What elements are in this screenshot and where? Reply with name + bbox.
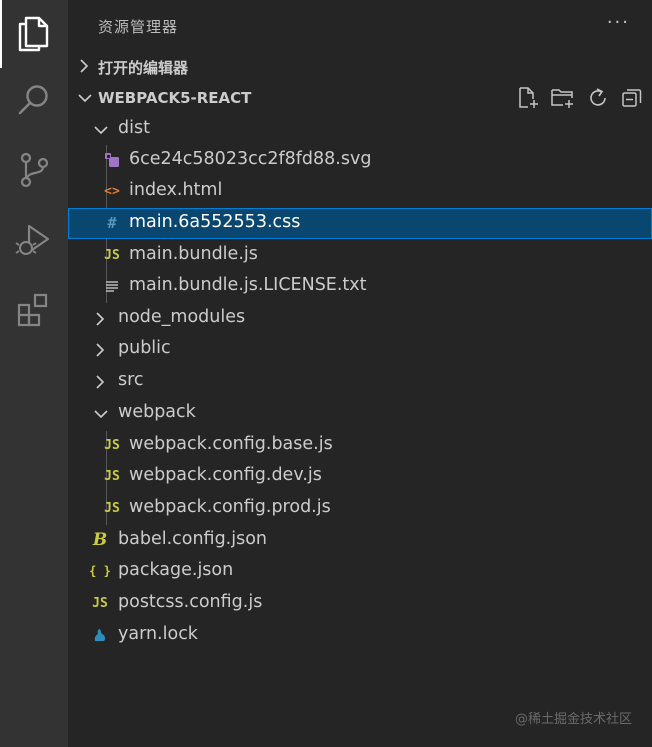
js-file-icon: JS [104,437,120,453]
tree-item-label: package.json [118,560,234,580]
extensions-activity[interactable] [0,278,68,346]
new-file-icon[interactable] [516,86,540,114]
watermark: @稀土掘金技术社区 [514,712,632,727]
tree-item-label: webpack.config.dev.js [129,465,322,485]
chevron-down-icon [92,120,110,145]
tree-file-webpack-config-dev[interactable]: JS webpack.config.dev.js [68,461,652,492]
project-label: WEBPACK5-REACT [98,89,252,107]
tree-item-label: webpack [118,402,196,422]
tree-item-label: public [118,338,171,358]
js-file-icon: JS [104,500,120,516]
search-activity[interactable] [0,68,68,136]
extensions-icon [16,292,52,332]
tree-folder-node-modules[interactable]: node_modules [68,303,652,334]
tree-item-label: index.html [129,180,223,200]
tree-item-label: main.6a552553.css [129,212,301,232]
collapse-all-icon[interactable] [620,86,644,114]
tree-item-label: webpack.config.prod.js [129,497,331,517]
tree-file-license-txt[interactable]: main.bundle.js.LICENSE.txt [68,271,652,302]
explorer-activity[interactable] [0,0,68,68]
tree-item-label: 6ce24c58023cc2f8fd88.svg [129,149,372,169]
chevron-down-icon [76,88,94,112]
new-folder-icon[interactable] [550,86,576,114]
project-header[interactable]: WEBPACK5-REACT [68,83,652,113]
tree-file-yarn-lock[interactable]: yarn.lock [68,620,652,651]
tree-item-label: main.bundle.js [129,244,258,264]
tree-folder-src[interactable]: src [68,366,652,397]
tree-file-webpack-config-prod[interactable]: JS webpack.config.prod.js [68,493,652,524]
project-actions [516,86,644,114]
refresh-icon[interactable] [586,86,610,114]
tree-item-label: main.bundle.js.LICENSE.txt [129,275,367,295]
tree-item-label: dist [118,118,150,138]
tree-item-label: src [118,370,144,390]
tree-item-label: postcss.config.js [118,592,263,612]
tree-file-postcss-config[interactable]: JS postcss.config.js [68,588,652,619]
tree-file-main-css[interactable]: # main.6a552553.css [68,208,652,239]
explorer-sidebar: 资源管理器 ··· 打开的编辑器 WEBPACK5-REACT dist 6ce… [68,0,652,747]
js-file-icon: JS [92,595,108,611]
yarn-file-icon [90,625,110,645]
run-debug-icon [15,221,53,263]
js-file-icon: JS [104,468,120,484]
chevron-right-icon [92,372,108,397]
tree-file-main-bundle-js[interactable]: JS main.bundle.js [68,240,652,271]
open-editors-label: 打开的编辑器 [98,59,189,77]
files-icon [17,12,51,56]
json-file-icon: { } [89,564,111,578]
chevron-down-icon [92,404,110,429]
babel-file-icon: B [92,530,108,550]
sidebar-header: 资源管理器 ··· [68,0,652,50]
html-file-icon: <> [104,183,120,199]
tree-file-package-json[interactable]: { } package.json [68,556,652,587]
search-icon [16,82,52,122]
tree-file-webpack-config-base[interactable]: JS webpack.config.base.js [68,430,652,461]
tree-file-svg[interactable]: 6ce24c58023cc2f8fd88.svg [68,145,652,176]
tree-item-label: node_modules [118,307,246,327]
tree-file-babel-config[interactable]: B babel.config.json [68,525,652,556]
tree-item-label: babel.config.json [118,529,268,549]
source-control-activity[interactable] [0,138,68,206]
tree-file-index-html[interactable]: <> index.html [68,176,652,207]
run-debug-activity[interactable] [0,208,68,276]
js-file-icon: JS [104,247,120,263]
chevron-right-icon [76,56,92,80]
more-actions-button[interactable]: ··· [607,12,630,33]
tree-folder-webpack[interactable]: webpack [68,398,652,429]
chevron-right-icon [92,340,108,365]
tree-item-label: webpack.config.base.js [129,434,333,454]
svg-file-icon [102,150,122,170]
activity-bar [0,0,68,747]
css-file-icon: # [107,214,117,232]
open-editors-header[interactable]: 打开的编辑器 [68,51,652,81]
tree-folder-public[interactable]: public [68,334,652,365]
source-control-icon [17,151,51,193]
tree-item-label: yarn.lock [118,624,198,644]
explorer-window: 资源管理器 ··· 打开的编辑器 WEBPACK5-REACT dist 6ce… [0,0,652,747]
tree-folder-dist[interactable]: dist [68,114,652,145]
sidebar-title: 资源管理器 [98,18,179,36]
text-file-icon [102,276,122,296]
chevron-right-icon [92,309,108,334]
